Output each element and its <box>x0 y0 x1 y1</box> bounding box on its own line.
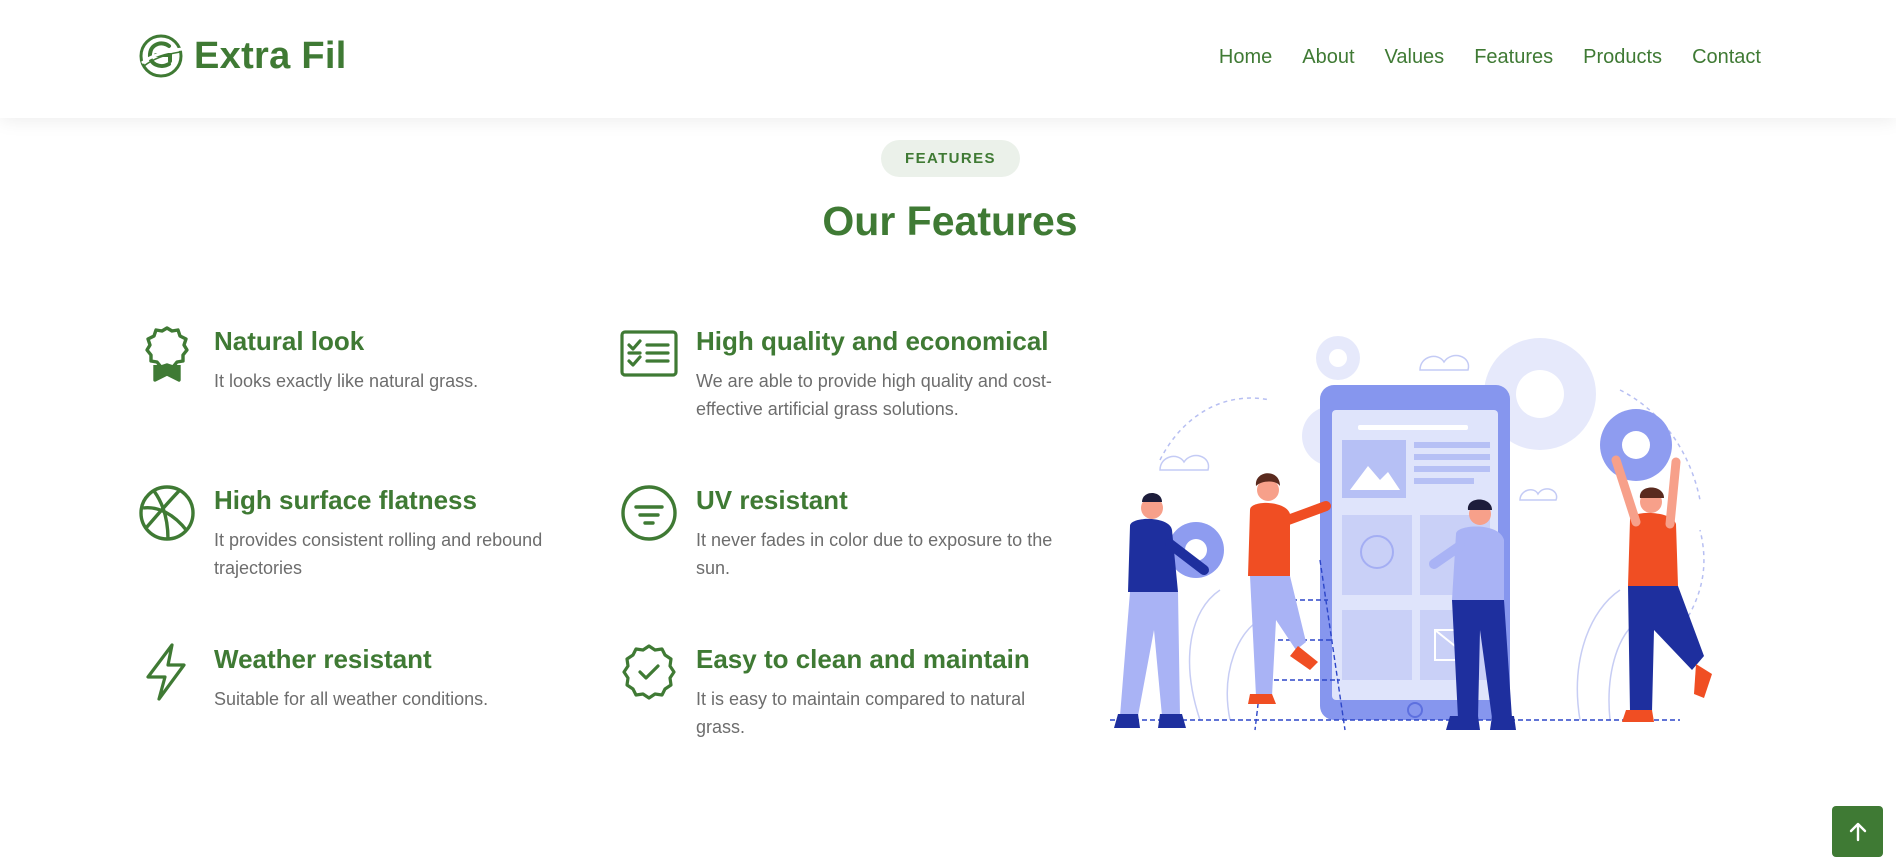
filter-icon <box>620 484 678 542</box>
nav-features[interactable]: Features <box>1474 44 1553 70</box>
nav-values[interactable]: Values <box>1385 44 1445 70</box>
feature-title: High surface flatness <box>214 485 477 515</box>
logo-icon <box>139 34 183 78</box>
feature-desc: Suitable for all weather conditions. <box>214 689 489 709</box>
team-illustration <box>1110 336 1712 731</box>
feature-title: UV resistant <box>696 485 848 515</box>
arrow-up-icon <box>1849 822 1866 841</box>
feature-desc: It never fades in color due to exposure … <box>696 530 1053 578</box>
feature-desc: It is easy to maintain compared to natur… <box>696 689 1026 737</box>
back-to-top-button[interactable] <box>1832 806 1883 857</box>
section-badge: FEATURES <box>881 140 1020 177</box>
nav-contact[interactable]: Contact <box>1692 44 1761 70</box>
feature-desc: It provides consistent rolling and rebou… <box>214 530 543 578</box>
site-header: Extra Fil Home About Values Features Pro… <box>0 0 1896 118</box>
award-icon <box>138 325 196 383</box>
feature-desc: It looks exactly like natural grass. <box>214 371 479 391</box>
brand-name: Extra Fil <box>194 35 347 77</box>
ball-icon <box>138 484 196 542</box>
nav-about[interactable]: About <box>1302 44 1354 70</box>
feature-desc: We are able to provide high quality and … <box>696 371 1052 419</box>
nav-home[interactable]: Home <box>1219 44 1272 70</box>
checklist-icon <box>620 325 678 383</box>
lightning-icon <box>138 643 196 701</box>
badge-check-icon <box>620 643 678 701</box>
feature-title: Weather resistant <box>214 644 432 674</box>
feature-title: High quality and economical <box>696 326 1049 356</box>
main-nav: Home About Values Features Products Cont… <box>1219 44 1761 70</box>
section-title: Our Features <box>822 198 1078 244</box>
feature-title: Easy to clean and maintain <box>696 644 1030 674</box>
feature-title: Natural look <box>214 326 365 356</box>
logo-link[interactable]: Extra Fil <box>138 33 347 79</box>
nav-products[interactable]: Products <box>1583 44 1662 70</box>
